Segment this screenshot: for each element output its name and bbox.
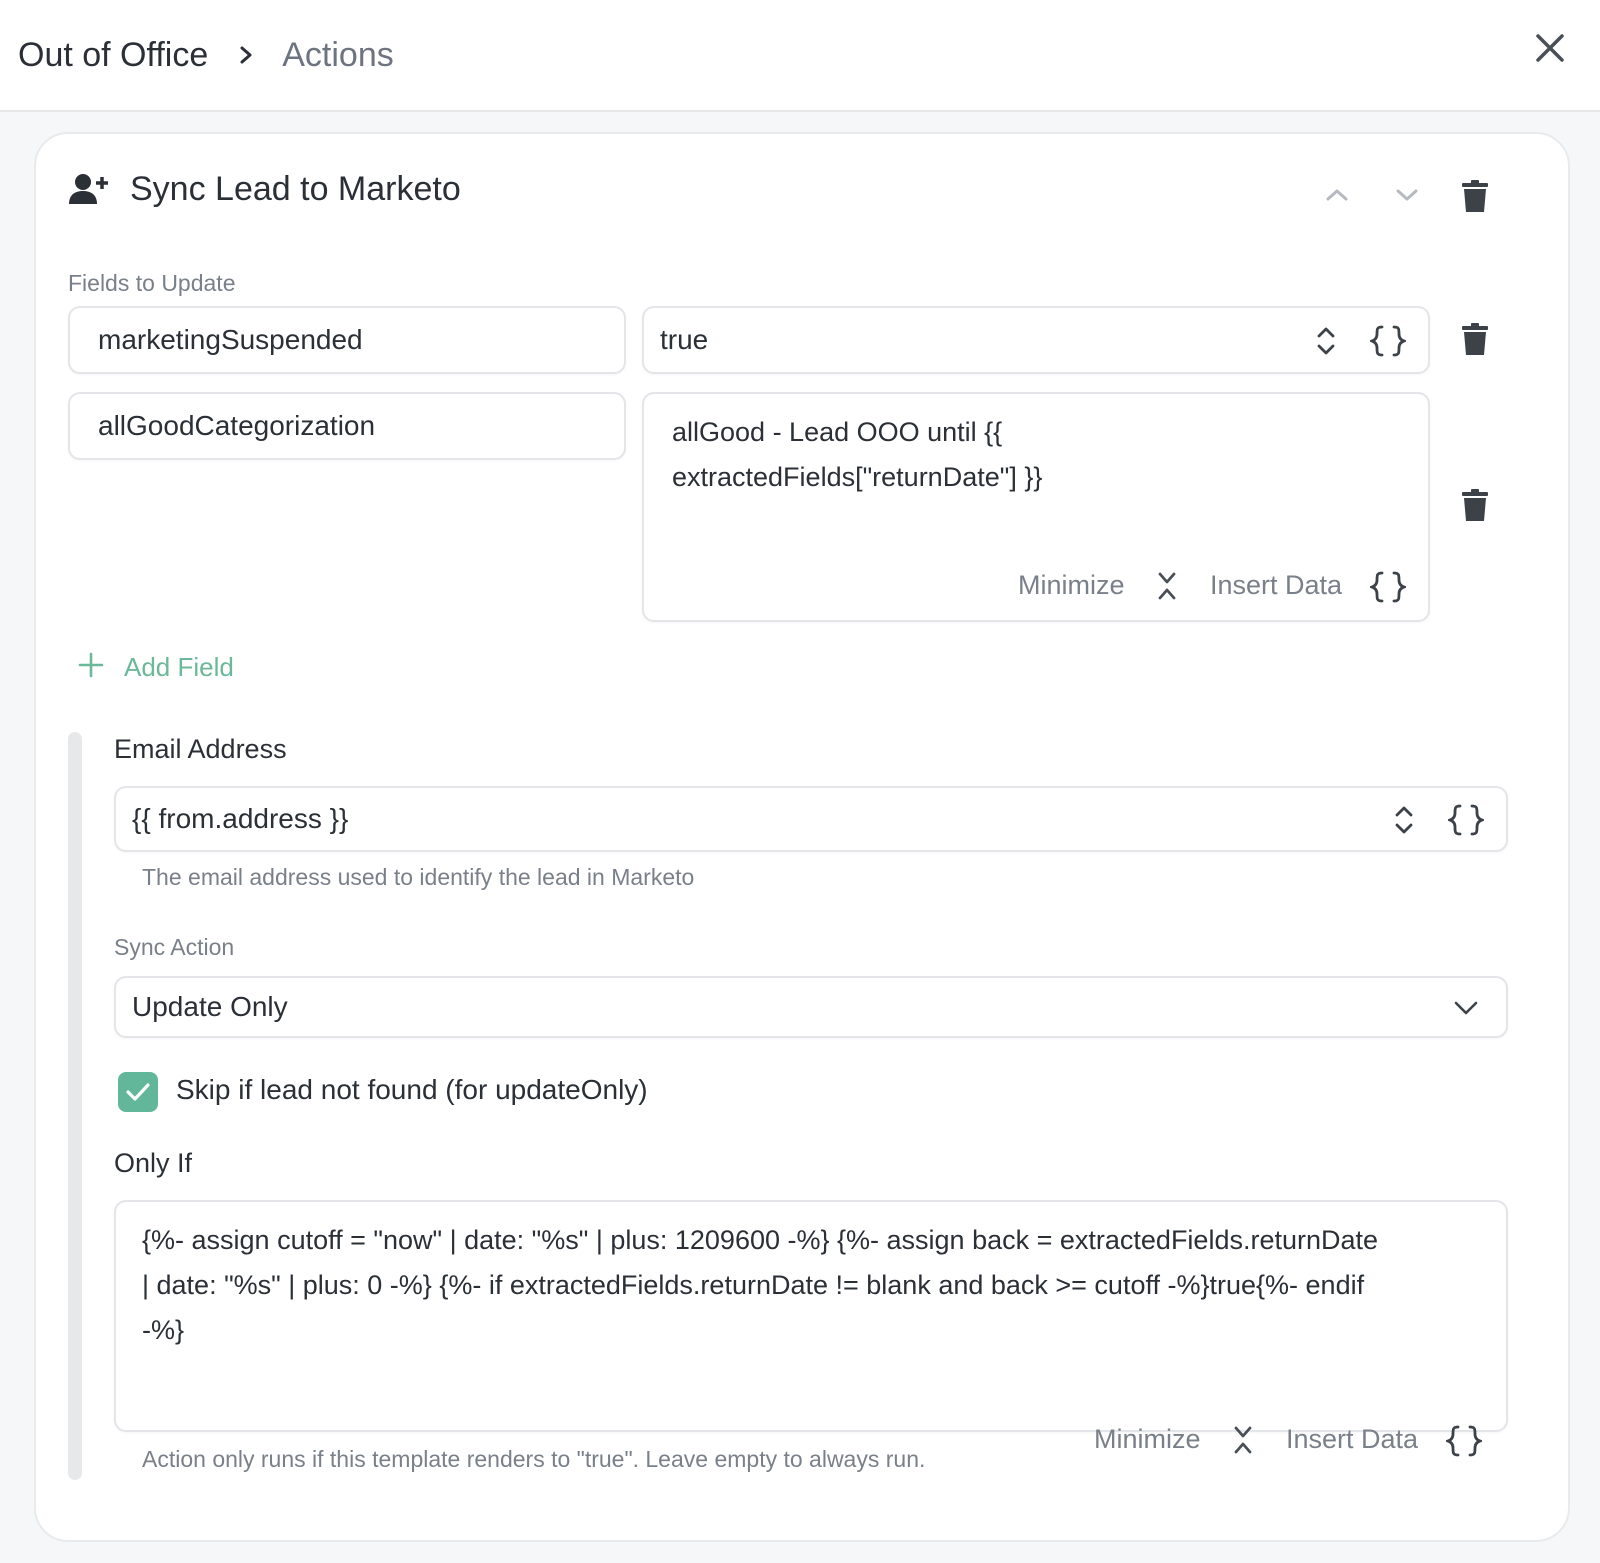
breadcrumb-root[interactable]: Out of Office	[18, 36, 208, 75]
check-icon	[126, 1083, 150, 1101]
only-if-line-3: -%}	[142, 1315, 185, 1345]
skip-lead-checkbox[interactable]	[118, 1072, 158, 1112]
add-field-button[interactable]: Add Field	[78, 652, 234, 683]
chevron-up-icon[interactable]	[1322, 180, 1352, 210]
braces-icon[interactable]	[1443, 1424, 1485, 1463]
field-value-input[interactable]: true	[642, 306, 1430, 374]
field-name-input[interactable]: marketingSuspended	[68, 306, 626, 374]
minimize-button[interactable]: Minimize	[1094, 1424, 1201, 1455]
skip-lead-label[interactable]: Skip if lead not found (for updateOnly)	[176, 1074, 648, 1106]
email-address-helper: The email address used to identify the l…	[142, 864, 695, 890]
breadcrumb-current: Actions	[282, 35, 394, 74]
field-name-value: allGoodCategorization	[98, 410, 376, 441]
close-icon[interactable]	[1530, 28, 1570, 68]
field-value-textarea[interactable]: allGood - Lead OOO until {{ extractedFie…	[642, 392, 1430, 622]
insert-data-button[interactable]: Insert Data	[1210, 570, 1342, 601]
minimize-icon[interactable]	[1232, 1424, 1254, 1461]
action-card: Sync Lead to Marketo Fields to Update ma…	[34, 132, 1570, 1542]
chevron-right-icon	[236, 45, 256, 65]
trash-icon[interactable]	[1462, 180, 1488, 212]
trash-icon[interactable]	[1462, 489, 1488, 521]
field-name-value: marketingSuspended	[98, 324, 363, 355]
field-value-line-1: allGood - Lead OOO until {{	[672, 417, 1003, 447]
minimize-icon[interactable]	[1156, 570, 1178, 609]
field-value-line-2: extractedFields["returnDate"] }}	[672, 462, 1043, 492]
email-address-label: Email Address	[114, 734, 287, 764]
user-plus-icon	[68, 172, 108, 206]
chevron-down-icon[interactable]	[1452, 994, 1480, 1029]
only-if-textarea[interactable]: {%- assign cutoff = "now" | date: "%s" |…	[114, 1200, 1508, 1432]
sync-action-select[interactable]: Update Only	[114, 976, 1508, 1038]
email-address-value: {{ from.address }}	[132, 803, 349, 834]
minimize-button[interactable]: Minimize	[1018, 570, 1125, 601]
plus-icon	[78, 652, 104, 683]
email-address-input[interactable]: {{ from.address }}	[114, 786, 1508, 852]
section-rail	[68, 732, 82, 1480]
up-down-icon[interactable]	[1314, 324, 1338, 365]
fields-to-update-label: Fields to Update	[68, 270, 236, 296]
insert-data-button[interactable]: Insert Data	[1286, 1424, 1418, 1455]
add-field-label: Add Field	[124, 652, 234, 682]
sync-action-label: Sync Action	[114, 934, 235, 960]
only-if-line-2: | date: "%s" | plus: 0 -%} {%- if extrac…	[142, 1270, 1365, 1300]
field-value-text: true	[660, 324, 709, 355]
sync-action-selected: Update Only	[132, 991, 288, 1022]
only-if-helper: Action only runs if this template render…	[142, 1446, 926, 1472]
action-title: Sync Lead to Marketo	[130, 170, 461, 208]
up-down-icon[interactable]	[1392, 803, 1416, 844]
trash-icon[interactable]	[1462, 323, 1488, 355]
braces-icon[interactable]	[1367, 324, 1409, 365]
header-bar: Out of Office Actions	[0, 0, 1600, 112]
field-name-input[interactable]: allGoodCategorization	[68, 392, 626, 460]
only-if-line-1: {%- assign cutoff = "now" | date: "%s" |…	[142, 1225, 1379, 1255]
only-if-label: Only If	[114, 1148, 193, 1178]
braces-icon[interactable]	[1445, 803, 1487, 844]
braces-icon[interactable]	[1367, 570, 1409, 611]
chevron-down-icon[interactable]	[1392, 180, 1422, 210]
